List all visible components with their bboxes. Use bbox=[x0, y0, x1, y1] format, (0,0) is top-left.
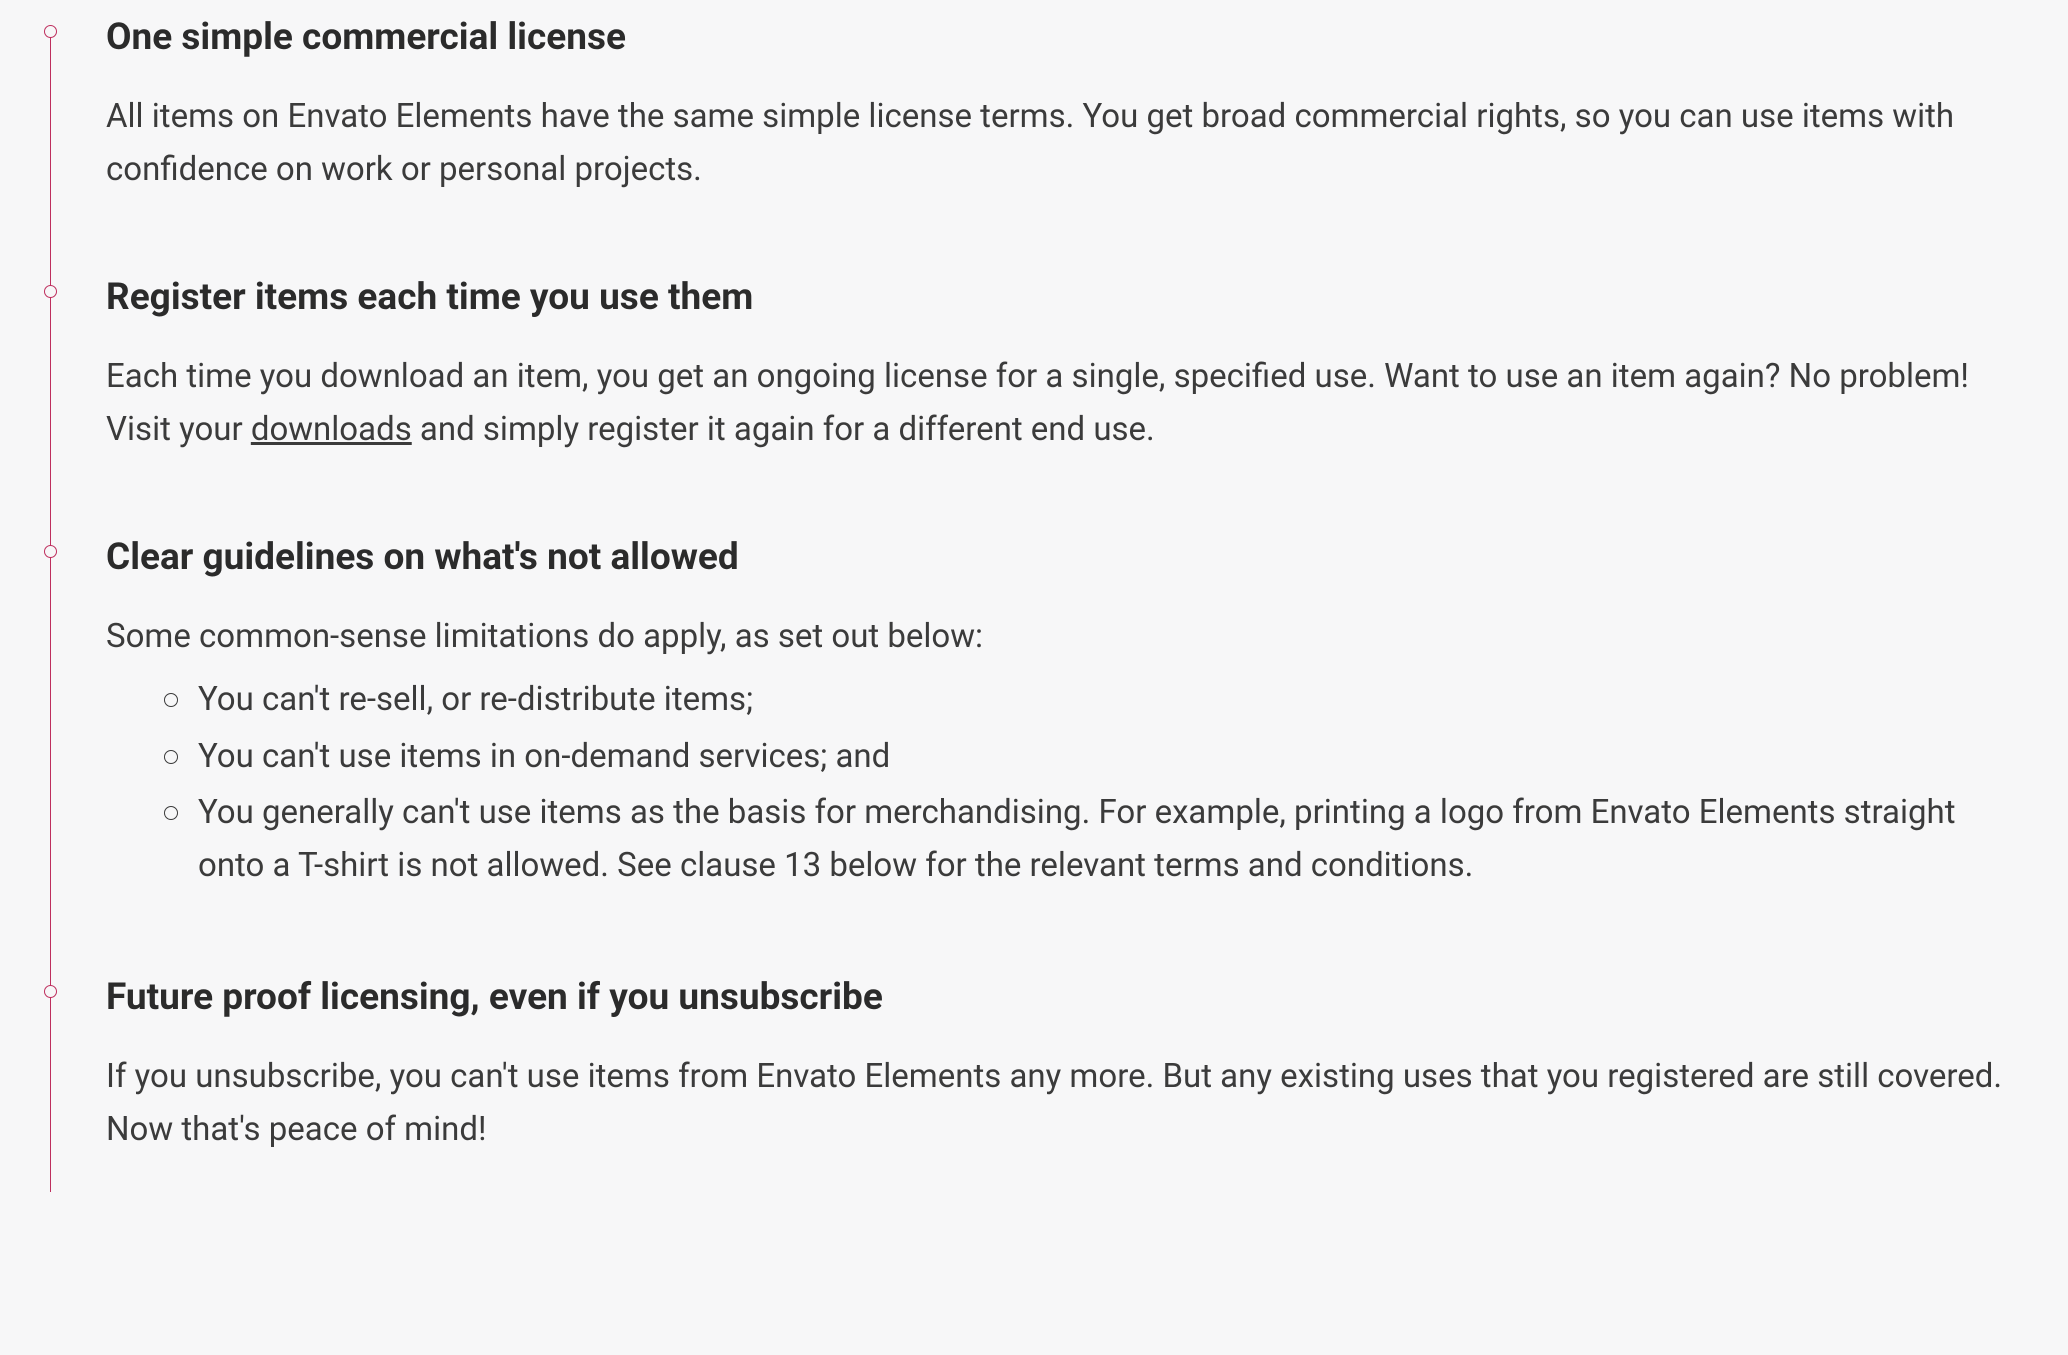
limitations-list: You can't re-sell, or re-distribute item… bbox=[106, 674, 2018, 893]
section-body: Some common-sense limitations do apply, … bbox=[106, 611, 2016, 664]
list-item: You generally can't use items as the bas… bbox=[164, 787, 1984, 893]
section-heading: One simple commercial license bbox=[106, 15, 2018, 61]
downloads-link[interactable]: downloads bbox=[251, 410, 412, 449]
section-body: All items on Envato Elements have the sa… bbox=[106, 91, 2016, 197]
section-simple-license: One simple commercial license All items … bbox=[50, 15, 2018, 275]
timeline-marker-icon bbox=[44, 25, 57, 38]
section-body: If you unsubscribe, you can't use items … bbox=[106, 1051, 2016, 1157]
section-heading: Clear guidelines on what's not allowed bbox=[106, 535, 2018, 581]
section-heading: Register items each time you use them bbox=[106, 275, 2018, 321]
list-item: You can't use items in on-demand service… bbox=[164, 731, 1984, 784]
section-body: Each time you download an item, you get … bbox=[106, 351, 2016, 457]
body-text-after-link: and simply register it again for a diffe… bbox=[412, 410, 1155, 449]
section-guidelines: Clear guidelines on what's not allowed S… bbox=[50, 535, 2018, 975]
list-item: You can't re-sell, or re-distribute item… bbox=[164, 674, 1984, 727]
timeline-marker-icon bbox=[44, 985, 57, 998]
license-timeline: One simple commercial license All items … bbox=[0, 0, 2068, 1192]
section-heading: Future proof licensing, even if you unsu… bbox=[106, 975, 2018, 1021]
section-register-items: Register items each time you use them Ea… bbox=[50, 275, 2018, 535]
section-future-proof: Future proof licensing, even if you unsu… bbox=[50, 975, 2018, 1177]
timeline-marker-icon bbox=[44, 545, 57, 558]
timeline-marker-icon bbox=[44, 285, 57, 298]
